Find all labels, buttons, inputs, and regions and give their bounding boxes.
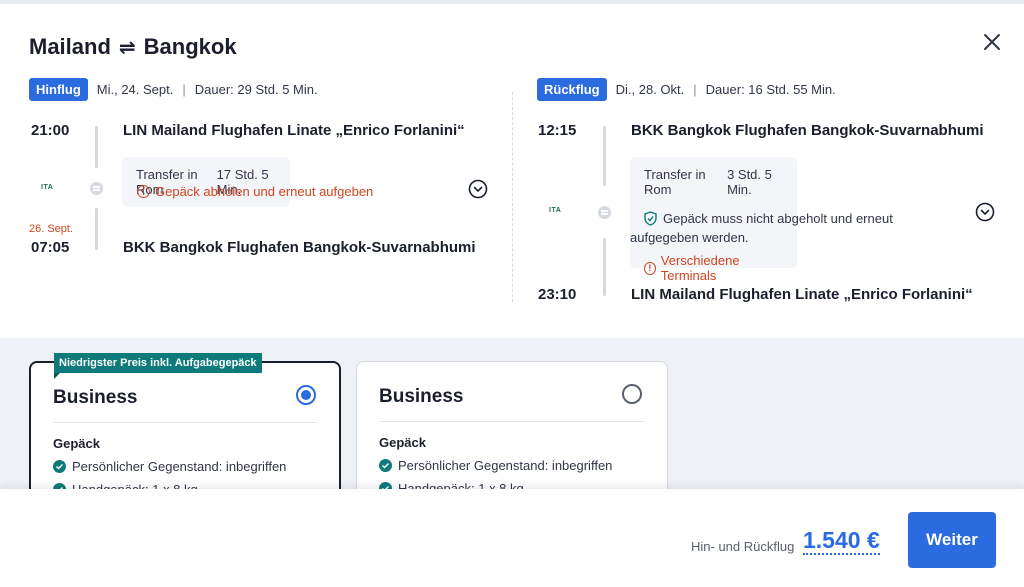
personal-item-row: Persönlicher Gegenstand: inbegriffen — [53, 459, 286, 474]
card-divider — [53, 422, 317, 423]
layover-dot-icon — [90, 182, 103, 195]
booking-footer: Hin- und Rückflug 1.540 € Weiter — [0, 489, 1024, 587]
close-icon[interactable] — [980, 30, 1004, 54]
return-leg: Rückflug Di., 28. Okt. | Dauer: 16 Std. … — [537, 78, 1007, 303]
lowest-price-flag: Niedrigster Preis inkl. Aufgabegepäck — [54, 353, 262, 379]
timeline-line — [603, 126, 606, 186]
personal-item-text: Persönlicher Gegenstand: inbegriffen — [398, 458, 613, 473]
baggage-section-label: Gepäck — [379, 435, 426, 450]
chevron-down-icon[interactable] — [975, 202, 995, 222]
card-divider — [379, 421, 645, 422]
timeline-line — [95, 208, 98, 250]
return-badge: Rückflug — [537, 78, 607, 101]
outbound-departure-airport: LIN Mailand Flughafen Linate „Enrico For… — [123, 122, 465, 139]
personal-item-text: Persönlicher Gegenstand: inbegriffen — [72, 459, 287, 474]
outbound-arrival-time: 07:05 — [31, 239, 70, 256]
info-line-2: aufgegeben werden. — [630, 230, 749, 245]
fare-radio-selected[interactable] — [296, 385, 316, 405]
outbound-badge: Hinflug — [29, 78, 88, 101]
return-duration: Dauer: 16 Std. 55 Min. — [705, 82, 836, 97]
check-circle-icon — [379, 459, 392, 472]
baggage-info: Gepäck muss nicht abgeholt und erneut — [644, 209, 893, 228]
outbound-arrival-airport: BKK Bangkok Flughafen Bangkok-Suvarnabhu… — [123, 239, 476, 256]
outbound-leg: Hinflug Mi., 24. Sept. | Dauer: 29 Std. … — [29, 78, 509, 256]
ita-airline-logo-icon: ITA — [41, 184, 54, 191]
fare-options-area: Niedrigster Preis inkl. Aufgabegepäck Bu… — [0, 338, 1024, 511]
ita-airline-logo-icon: ITA — [549, 207, 562, 214]
arrival-date-note: 26. Sept. — [29, 223, 74, 235]
round-trip-label: Hin- und Rückflug — [691, 539, 795, 554]
continue-button[interactable]: Weiter — [908, 512, 996, 568]
shield-check-icon — [644, 211, 657, 226]
warning-icon: ! — [644, 261, 656, 275]
timeline-line — [603, 238, 606, 296]
transfer-duration: 3 Std. 5 Min. — [727, 167, 772, 197]
return-arrival-airport: LIN Mailand Flughafen Linate „Enrico For… — [631, 286, 973, 303]
baggage-section-label: Gepäck — [53, 436, 100, 451]
separator: | — [693, 82, 697, 97]
total-price[interactable]: 1.540 € — [803, 527, 880, 555]
top-strip — [0, 0, 1024, 4]
transfer-city: Transfer in Rom — [644, 167, 706, 197]
fare-name: Business — [379, 386, 464, 407]
origin-city: Mailand — [29, 34, 111, 59]
personal-item-row: Persönlicher Gegenstand: inbegriffen — [379, 458, 612, 473]
round-trip-arrows-icon: ⇌ — [118, 36, 136, 59]
layover-dot-icon — [598, 206, 611, 219]
outbound-transfer-box: Transfer in Rom 17 Std. 5 Min. — [122, 157, 290, 207]
return-terminal-warning: ! Verschiedene Terminals — [644, 253, 783, 283]
return-header: Rückflug Di., 28. Okt. | Dauer: 16 Std. … — [537, 78, 1007, 101]
separator: | — [182, 82, 186, 97]
return-arrival-time: 23:10 — [538, 286, 577, 303]
warning-text: Verschiedene Terminals — [660, 253, 740, 283]
route-title: Mailand ⇌ Bangkok — [29, 34, 237, 60]
flight-details-panel: Mailand ⇌ Bangkok Hinflug Mi., 24. Sept.… — [0, 0, 1024, 338]
outbound-date: Mi., 24. Sept. — [96, 82, 174, 97]
legs-divider — [512, 92, 513, 302]
warning-text: Gepäck abholen und erneut aufgeben — [155, 184, 374, 199]
info-line-1: Gepäck muss nicht abgeholt und erneut — [663, 211, 893, 226]
return-transfer-box: Transfer in Rom 3 Std. 5 Min. Gepäck mus… — [630, 157, 893, 283]
fare-name: Business — [53, 387, 138, 408]
outbound-header: Hinflug Mi., 24. Sept. | Dauer: 29 Std. … — [29, 78, 509, 101]
outbound-baggage-warning: ! Gepäck abholen und erneut aufgeben — [137, 184, 373, 199]
outbound-departure-time: 21:00 — [31, 122, 70, 139]
outbound-duration: Dauer: 29 Std. 5 Min. — [194, 82, 318, 97]
warning-icon: ! — [137, 185, 150, 198]
timeline-line — [95, 126, 98, 168]
destination-city: Bangkok — [143, 34, 237, 59]
return-departure-time: 12:15 — [538, 122, 577, 139]
return-date: Di., 28. Okt. — [615, 82, 685, 97]
check-circle-icon — [53, 460, 66, 473]
fare-radio-unselected[interactable] — [622, 384, 642, 404]
chevron-down-icon[interactable] — [468, 179, 488, 199]
return-departure-airport: BKK Bangkok Flughafen Bangkok-Suvarnabhu… — [631, 122, 984, 139]
